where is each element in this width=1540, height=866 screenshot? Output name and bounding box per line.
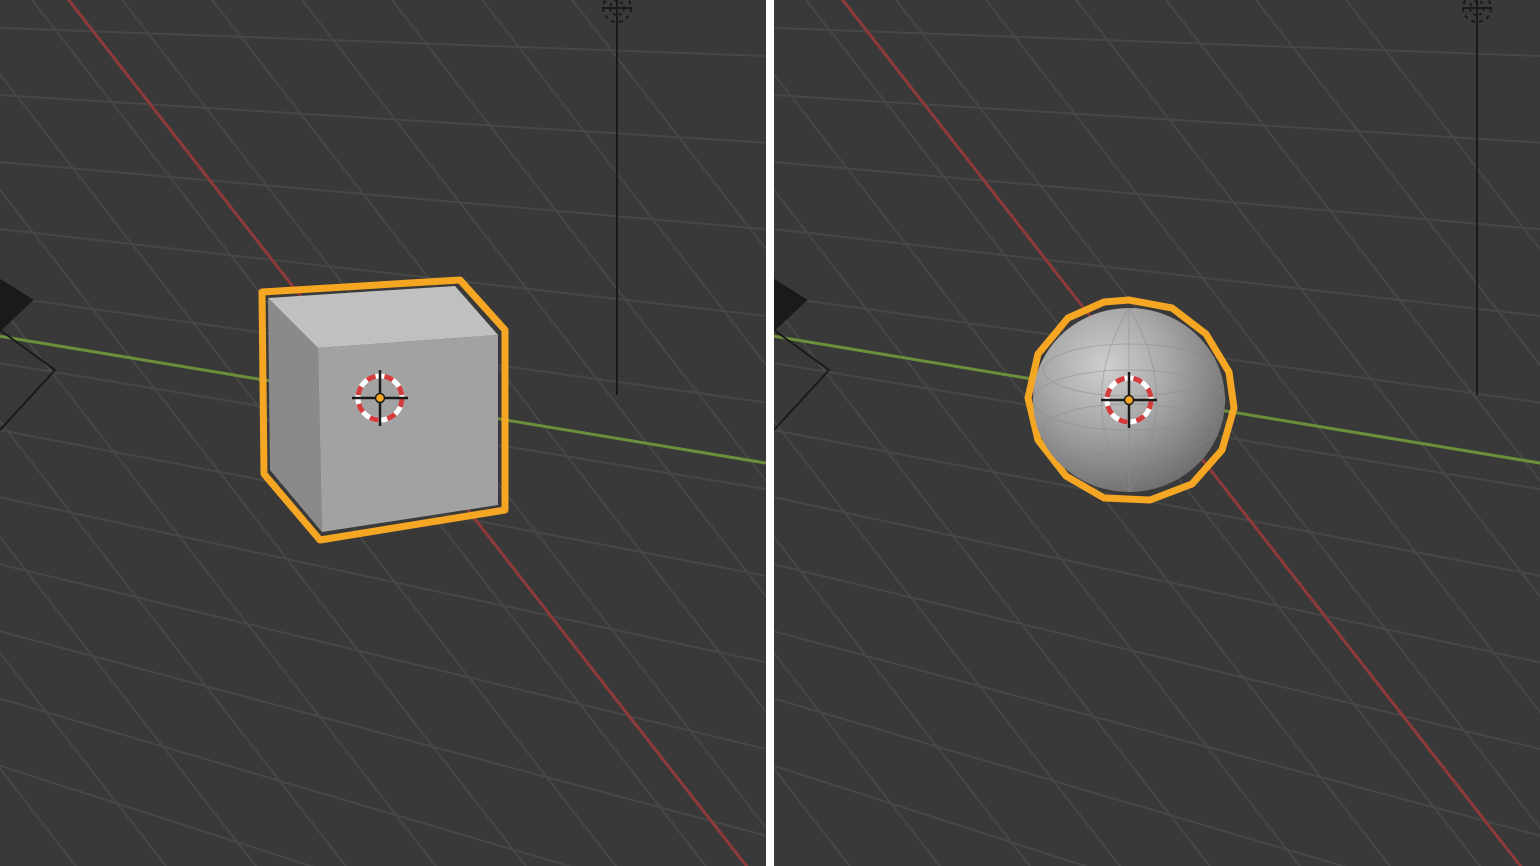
light-gizmo xyxy=(1462,0,1492,395)
viewport-left-svg xyxy=(0,0,766,866)
viewport-right[interactable] xyxy=(774,0,1540,866)
split-container xyxy=(0,0,1540,866)
light-gizmo xyxy=(602,0,632,395)
viewport-right-svg xyxy=(774,0,1540,866)
viewport-left[interactable] xyxy=(0,0,766,866)
cube-object[interactable] xyxy=(262,280,505,540)
pane-divider xyxy=(766,0,774,866)
